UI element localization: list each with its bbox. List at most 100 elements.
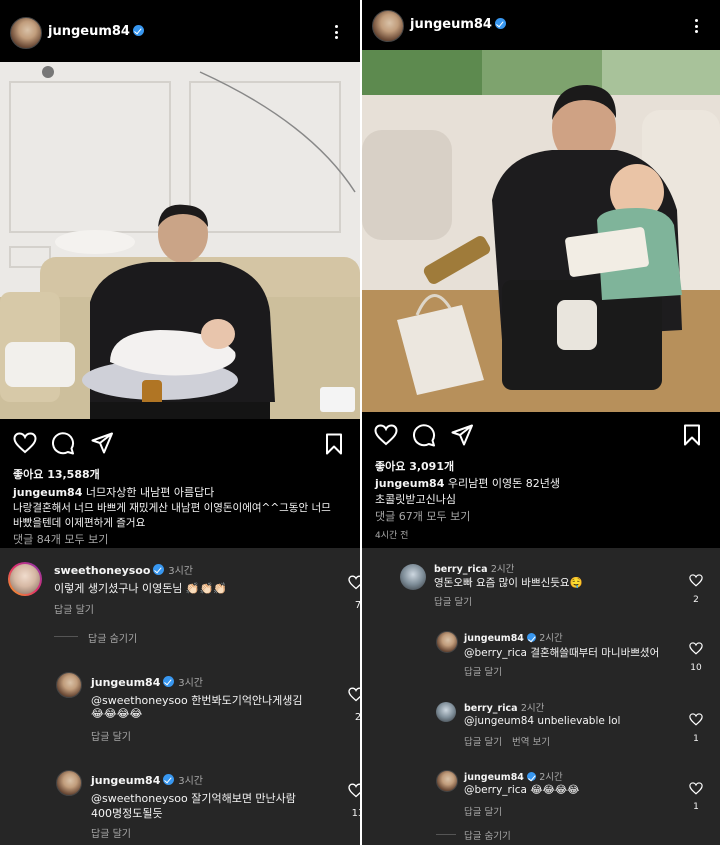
caption-text: 초콜릿받고신나심: [375, 493, 456, 506]
comment-time: 3시간: [168, 566, 194, 577]
heart-icon[interactable]: [13, 432, 37, 454]
reply-button[interactable]: 답글 달기: [464, 804, 502, 818]
avatar[interactable]: [436, 702, 456, 722]
username-text[interactable]: jungeum84: [48, 24, 130, 39]
verified-badge-icon: [132, 25, 144, 36]
username[interactable]: jungeum84: [410, 17, 506, 32]
avatar[interactable]: [8, 562, 42, 596]
comment-time: 2시간: [490, 564, 515, 575]
avatar[interactable]: [56, 770, 82, 796]
post-header: jungeum84: [0, 0, 360, 62]
view-all-comments-link[interactable]: 댓글 84개 모두 보기: [13, 531, 108, 547]
caption-text: 바빴을텐데 이제편하게 즐거요: [13, 517, 146, 529]
username[interactable]: jungeum84: [48, 24, 144, 39]
post-timestamp: 4시간 전: [375, 531, 409, 541]
caption-text: 나랑결혼해서 너므 바쁘게 재밌게산 내남편 이영돈이에여^^그동안 너므: [13, 502, 331, 514]
more-options-icon[interactable]: [695, 19, 698, 33]
comment-username[interactable]: berry_rica 2시간: [464, 700, 544, 714]
caption-line: jungeum84 우리남편 이영돈 82년생: [375, 475, 560, 491]
photo-illustration: [0, 62, 360, 419]
avatar[interactable]: [436, 770, 458, 792]
verified-badge-icon: [494, 18, 506, 29]
share-icon[interactable]: [451, 424, 473, 446]
verified-badge-icon: [163, 676, 175, 687]
comment-text: @berry_rica 결혼해쓸때부터 마니바쁘셨어: [464, 647, 660, 659]
hide-replies-button[interactable]: 답글 숨기기: [88, 630, 137, 645]
bookmark-icon[interactable]: [325, 433, 343, 455]
avatar[interactable]: [400, 564, 426, 590]
more-options-icon[interactable]: [335, 25, 338, 39]
comment-like-icon[interactable]: [689, 713, 703, 726]
comment-like-icon[interactable]: [689, 642, 703, 655]
comment-text: @sweethoneysoo 한번봐도기억안나게생김: [91, 694, 303, 707]
comment-text: @jungeum84 unbelievable lol: [464, 715, 621, 727]
comment-like-icon[interactable]: [348, 687, 360, 702]
comment-username[interactable]: jungeum84 2시간: [464, 769, 563, 783]
comment-text: 이렇게 생기셨구나 이영돈님 👏🏻👏🏻👏🏻: [54, 582, 228, 595]
comment-username[interactable]: jungeum84 3시간: [91, 772, 203, 787]
comment-username[interactable]: jungeum84 3시간: [91, 674, 203, 689]
verified-badge-icon: [526, 633, 536, 642]
comment-time: 3시간: [178, 678, 203, 689]
comment-like-icon[interactable]: [689, 782, 703, 795]
likes-count[interactable]: 좋아요 13,588개: [13, 466, 100, 482]
reply-button[interactable]: 답글 달기: [464, 664, 502, 678]
reply-button[interactable]: 답글 달기: [91, 728, 131, 743]
comment-text: 영돈오빠 요즘 많이 바쁘신듯요🤤: [434, 577, 583, 589]
verified-badge-icon: [163, 774, 175, 785]
translate-button[interactable]: 번역 보기: [512, 734, 550, 748]
bookmark-icon[interactable]: [683, 424, 701, 446]
comment-text: 400명정도될듯: [91, 807, 163, 820]
post-photo[interactable]: [362, 50, 720, 412]
comment-like-count: 10: [690, 663, 702, 673]
caption-text: 우리남편 이영돈 82년생: [447, 477, 560, 490]
comment-username[interactable]: berry_rica 2시간: [434, 561, 514, 575]
collage-divider: [360, 0, 362, 845]
reply-button[interactable]: 답글 달기: [434, 594, 472, 608]
comment-time: 3시간: [178, 776, 203, 787]
verified-badge-icon: [153, 564, 165, 575]
post-photo[interactable]: [0, 62, 360, 419]
comment-like-icon[interactable]: [348, 783, 360, 798]
comment-time: 2시간: [520, 703, 545, 714]
divider-line: [54, 636, 78, 637]
comment-text: @berry_rica 😂😂😂😂: [464, 784, 580, 796]
hide-replies-button[interactable]: 답글 숨기기: [464, 828, 511, 842]
caption-line: jungeum84 너므자상한 내남편 아름답다: [13, 484, 214, 500]
comment-text: @sweethoneysoo 잘기억해보면 만난사람: [91, 792, 296, 805]
comment-icon[interactable]: [52, 432, 75, 455]
comment-like-count: 2: [693, 595, 699, 605]
reply-button[interactable]: 답글 달기: [54, 601, 94, 616]
caption-username[interactable]: jungeum84: [13, 486, 82, 499]
username-text[interactable]: jungeum84: [410, 17, 492, 32]
avatar[interactable]: [436, 631, 458, 653]
comment-icon[interactable]: [413, 424, 436, 447]
avatar[interactable]: [56, 672, 82, 698]
comment-username[interactable]: jungeum84 2시간: [464, 630, 563, 644]
comment-time: 2시간: [539, 772, 563, 783]
comment-like-icon[interactable]: [689, 574, 703, 587]
verified-badge-icon: [526, 772, 536, 781]
comment-like-icon[interactable]: [348, 575, 360, 590]
left-post: jungeum84 좋아요 13,588개 jungeum84 너므자상한 내남…: [0, 0, 360, 548]
photo-illustration: [362, 50, 720, 412]
reply-button[interactable]: 답글 달기: [91, 825, 131, 840]
comment-text: 😂😂😂😂: [91, 707, 143, 720]
heart-icon[interactable]: [374, 424, 398, 446]
comment-like-count: 7: [354, 600, 360, 611]
caption-username[interactable]: jungeum84: [375, 477, 444, 490]
caption-text: 너므자상한 내남편 아름답다: [85, 486, 215, 499]
avatar[interactable]: [10, 17, 42, 49]
avatar[interactable]: [372, 10, 404, 42]
view-all-comments-link[interactable]: 댓글 67개 모두 보기: [375, 508, 470, 524]
share-icon[interactable]: [91, 432, 113, 454]
comment-like-count: 1: [693, 802, 699, 812]
right-comments-panel: berry_rica 2시간 영돈오빠 요즘 많이 바쁘신듯요🤤 답글 달기 2…: [362, 548, 720, 845]
left-comments-panel: sweethoneysoo 3시간 이렇게 생기셨구나 이영돈님 👏🏻👏🏻👏🏻 …: [0, 548, 360, 845]
right-post: jungeum84 좋아요 3,091개 jungeum84 우리남편 이영돈 …: [362, 0, 720, 548]
reply-button[interactable]: 답글 달기: [464, 734, 502, 748]
comment-username[interactable]: sweethoneysoo 3시간: [54, 562, 193, 577]
comment-like-count: 13: [351, 808, 360, 819]
comment-like-count: 2: [354, 712, 360, 723]
likes-count[interactable]: 좋아요 3,091개: [375, 458, 454, 474]
